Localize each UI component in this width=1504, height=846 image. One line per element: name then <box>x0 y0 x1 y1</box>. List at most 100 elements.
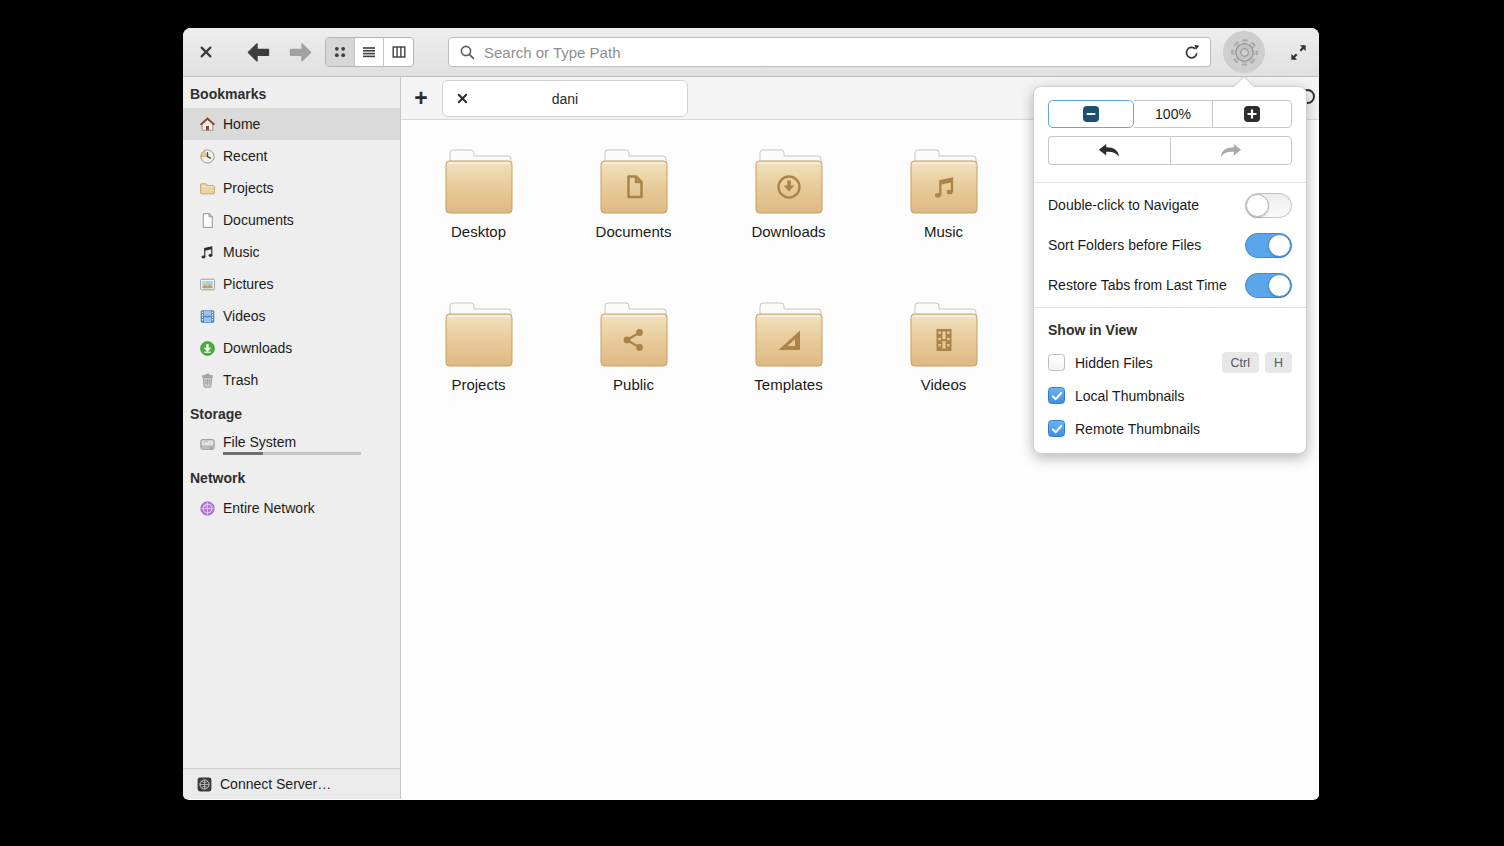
connect-server-button[interactable]: Connect Server… <box>183 768 400 799</box>
tab-close-icon[interactable] <box>456 92 469 105</box>
sidebar-item-videos[interactable]: Videos <box>183 300 400 332</box>
document-icon <box>199 212 216 229</box>
folder-icon-download <box>754 148 824 220</box>
toggle-label: Sort Folders before Files <box>1048 237 1245 253</box>
column-view-button[interactable] <box>384 38 413 66</box>
downloads-icon <box>199 340 216 357</box>
new-tab-button[interactable]: + <box>408 84 434 112</box>
zoom-out-button[interactable] <box>1048 100 1134 128</box>
checkbox-remote-thumbnails[interactable] <box>1048 420 1065 437</box>
sidebar-item-label: Recent <box>223 148 267 164</box>
fullscreen-button[interactable] <box>1286 28 1310 76</box>
forward-button[interactable] <box>286 28 314 76</box>
window-close-button[interactable] <box>195 28 217 76</box>
list-view-button[interactable] <box>355 38 384 66</box>
sidebar-item-pictures[interactable]: Pictures <box>183 268 400 300</box>
file-label: Documents <box>596 223 672 240</box>
popover-separator <box>1034 307 1306 308</box>
file-item-desktop[interactable]: Desktop <box>401 148 556 301</box>
popover-row-local-thumbnails: Local Thumbnails <box>1034 379 1306 412</box>
connect-server-label: Connect Server… <box>220 776 331 792</box>
sidebar-item-label: Home <box>223 116 260 132</box>
tab-dani[interactable]: dani <box>442 80 688 117</box>
grid-view-button[interactable] <box>326 38 355 66</box>
file-label: Templates <box>754 376 822 393</box>
file-item-projects[interactable]: Projects <box>401 301 556 454</box>
sidebar-item-trash[interactable]: Trash <box>183 364 400 396</box>
shortcut-keys: Ctrl H <box>1222 352 1292 373</box>
sidebar-item-music[interactable]: Music <box>183 236 400 268</box>
zoom-level[interactable]: 100% <box>1134 100 1214 128</box>
search-input[interactable]: Search or Type Path <box>448 37 1211 67</box>
recent-icon <box>199 148 216 165</box>
file-item-music[interactable]: Music <box>866 148 1021 301</box>
key-h: H <box>1265 352 1292 373</box>
file-item-downloads[interactable]: Downloads <box>711 148 866 301</box>
checkbox-label: Remote Thumbnails <box>1075 421 1200 437</box>
checkbox-hidden-files[interactable] <box>1048 354 1065 371</box>
videos-icon <box>199 308 216 325</box>
sidebar-item-label: Documents <box>223 212 294 228</box>
disk-usage-bar <box>223 452 361 455</box>
key-ctrl: Ctrl <box>1222 352 1259 373</box>
toggle-switch-sort-folders-before-files[interactable] <box>1245 233 1292 258</box>
file-item-templates[interactable]: Templates <box>711 301 866 454</box>
sidebar-item-projects[interactable]: Projects <box>183 172 400 204</box>
refresh-icon[interactable] <box>1183 44 1200 61</box>
zoom-in-icon <box>1244 106 1260 122</box>
popover-row-hidden-files: Hidden FilesCtrlH <box>1034 346 1306 379</box>
filesystem-icon <box>199 436 216 453</box>
folder-icon-document <box>599 148 669 220</box>
home-icon <box>199 116 216 133</box>
column-view-icon <box>391 44 407 60</box>
toggle-switch-restore-tabs-from-last-time[interactable] <box>1245 273 1292 298</box>
back-arrow-icon <box>246 42 271 63</box>
file-label: Videos <box>921 376 967 393</box>
sidebar-item-label: Music <box>223 244 260 260</box>
popover-forward-button[interactable] <box>1170 136 1293 165</box>
checkbox-local-thumbnails[interactable] <box>1048 387 1065 404</box>
trash-icon <box>199 372 216 389</box>
sidebar-section-header-bookmarks: Bookmarks <box>183 80 400 108</box>
toggle-label: Double-click to Navigate <box>1048 197 1245 213</box>
sidebar-item-documents[interactable]: Documents <box>183 204 400 236</box>
file-item-videos[interactable]: Videos <box>866 301 1021 454</box>
tab-label: dani <box>469 91 661 107</box>
file-label: Downloads <box>751 223 825 240</box>
file-label: Projects <box>451 376 505 393</box>
sidebar-item-entire-network[interactable]: Entire Network <box>183 492 400 524</box>
view-switcher <box>325 37 414 67</box>
sidebar-item-label: Trash <box>223 372 258 388</box>
sidebar-item-downloads[interactable]: Downloads <box>183 332 400 364</box>
sidebar-item-label: File System <box>223 434 361 450</box>
sidebar-item-label: Entire Network <box>223 500 315 516</box>
file-item-public[interactable]: Public <box>556 301 711 454</box>
sidebar: Bookmarks Home Recent Projects Documents Musi… <box>183 77 401 799</box>
sidebar-item-home[interactable]: Home <box>183 108 400 140</box>
grid-view-icon <box>332 44 348 60</box>
toolbar: Search or Type Path <box>183 28 1319 77</box>
file-label: Public <box>613 376 654 393</box>
pictures-icon <box>199 276 216 293</box>
sidebar-item-label: Downloads <box>223 340 292 356</box>
settings-button[interactable] <box>1223 31 1265 73</box>
toggle-switch-double-click-to-navigate[interactable] <box>1245 193 1292 218</box>
popover-row-double-click-to-navigate: Double-click to Navigate <box>1034 185 1306 225</box>
zoom-in-button[interactable] <box>1212 100 1292 128</box>
sidebar-section-header-storage: Storage <box>183 400 400 428</box>
gear-icon <box>1229 37 1260 68</box>
file-item-documents[interactable]: Documents <box>556 148 711 301</box>
connect-server-icon <box>196 776 213 793</box>
popover-row-sort-folders-before-files: Sort Folders before Files <box>1034 225 1306 265</box>
sidebar-item-recent[interactable]: Recent <box>183 140 400 172</box>
popover-back-button[interactable] <box>1048 136 1170 165</box>
list-view-icon <box>361 44 377 60</box>
music-icon <box>199 244 216 261</box>
sidebar-section-header-network: Network <box>183 464 400 492</box>
files-app-window: Search or Type Path Bookmarks Home Recent P… <box>183 28 1319 800</box>
popover-row-restore-tabs-from-last-time: Restore Tabs from Last Time <box>1034 265 1306 305</box>
back-button[interactable] <box>244 28 272 76</box>
close-icon <box>199 45 213 59</box>
sidebar-item-label: Projects <box>223 180 274 196</box>
sidebar-item-file-system[interactable]: File System <box>183 428 400 460</box>
